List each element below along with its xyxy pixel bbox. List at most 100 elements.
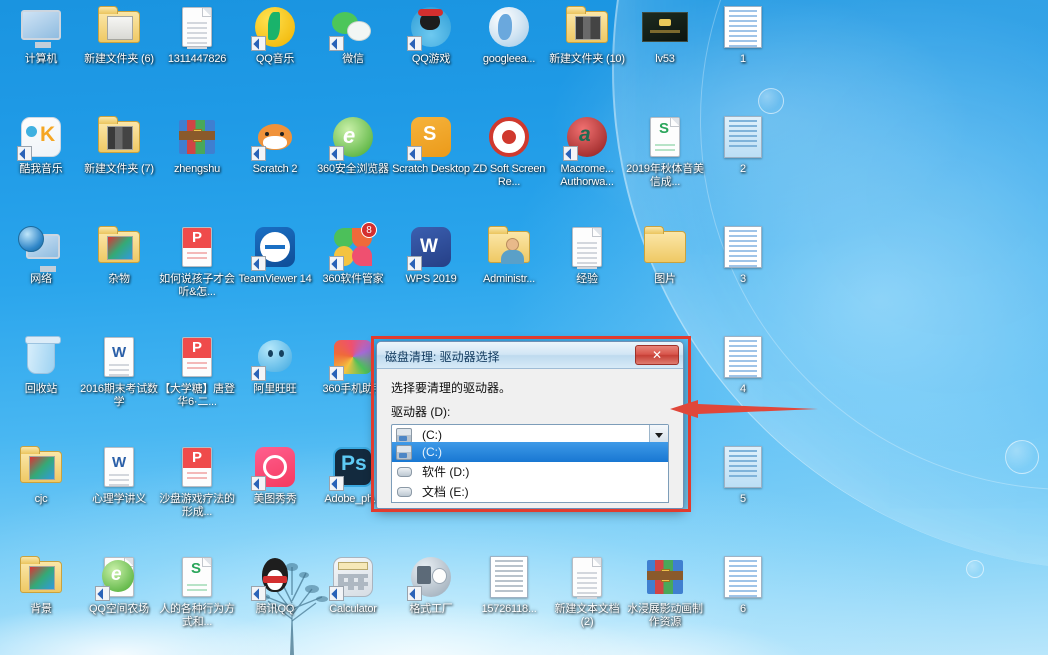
desktop-icon-label: 2 (740, 163, 746, 175)
desktop-icon-art: e (95, 554, 142, 601)
desktop-icon-art (96, 114, 142, 160)
desktop-icon-art: P (174, 444, 220, 490)
desktop-icon[interactable]: 格式工厂 (392, 554, 470, 616)
360-software-manager-icon (334, 228, 354, 248)
desktop-icon-label: 阿里旺旺 (253, 383, 297, 395)
shortcut-arrow-icon (251, 366, 266, 381)
desktop-icon-art: 8 (329, 222, 377, 271)
spreadsheet-document-icon: S (182, 557, 212, 597)
shortcut-arrow-icon (251, 476, 266, 491)
desktop[interactable]: 计算机 新建文件夹 (6) 1311447826 QQ音乐 微信 QQ游戏 googleea… (0, 0, 1048, 655)
desktop-icon[interactable]: 腾讯QQ (236, 554, 314, 616)
desktop-icon[interactable]: 计算机 (2, 4, 80, 66)
desktop-icon[interactable]: Calculator (314, 554, 392, 616)
desktop-icon-art: S (642, 114, 688, 160)
desktop-icon[interactable]: 4 (704, 334, 782, 396)
desktop-icon[interactable]: W 2016期末考试数学 (80, 334, 158, 409)
desktop-icon[interactable]: 8 360软件管家 (314, 222, 392, 286)
desktop-icon[interactable]: 新建文件夹 (10) (548, 4, 626, 66)
recycle-bin-icon (25, 336, 61, 374)
desktop-icon[interactable]: 网络 (2, 224, 80, 286)
desktop-icon-art (407, 4, 454, 51)
shortcut-arrow-icon (329, 256, 344, 271)
desktop-icon[interactable]: 新建文件夹 (7) (80, 114, 158, 176)
desktop-icon-label: googleea... (482, 53, 536, 65)
desktop-icon[interactable]: 阿里旺旺 (236, 334, 314, 396)
desktop-icon-art (329, 554, 376, 601)
drive-option[interactable]: 文档 (E:) (392, 482, 668, 502)
desktop-icon[interactable]: S Scratch Desktop (392, 114, 470, 176)
desktop-icon-art: S (174, 554, 220, 600)
desktop-icon[interactable]: QQ音乐 (236, 4, 314, 66)
desktop-icon-grid[interactable]: 计算机 新建文件夹 (6) 1311447826 QQ音乐 微信 QQ游戏 googleea… (0, 0, 1048, 655)
desktop-icon-label: 图片 (654, 273, 676, 285)
drive-option[interactable]: 软件 (D:) (392, 462, 668, 482)
image-thumbnail (642, 12, 688, 42)
dialog-titlebar[interactable]: 磁盘清理: 驱动器选择 ✕ (377, 342, 683, 369)
desktop-icon-art: W (96, 444, 142, 490)
desktop-icon-label: 5 (740, 493, 746, 505)
desktop-icon-art (96, 4, 142, 50)
desktop-icon-label: 酷我音乐 (19, 163, 63, 175)
desktop-icon[interactable]: QQ游戏 (392, 4, 470, 66)
desktop-icon[interactable]: 美图秀秀 (236, 444, 314, 506)
desktop-icon[interactable]: 图片 (626, 224, 704, 286)
desktop-icon[interactable]: K 酷我音乐 (2, 114, 80, 176)
drive-select-dropdown-list[interactable]: (C:) 软件 (D:) 文档 (E:) (391, 442, 669, 503)
desktop-icon[interactable]: lv53 (626, 4, 704, 66)
desktop-icon-label: cjc (34, 493, 48, 505)
desktop-icon[interactable]: 微信 (314, 4, 392, 66)
desktop-icon-art (96, 224, 142, 270)
desktop-icon[interactable]: S 2019年秋体音美信成... (626, 114, 704, 189)
desktop-icon[interactable]: TeamViewer 14 (236, 224, 314, 286)
desktop-icon[interactable]: S 人的各种行为方式和... (158, 554, 236, 629)
system-drive-icon (396, 445, 412, 460)
desktop-icon[interactable]: 15726118... (470, 554, 548, 616)
desktop-icon-art (720, 114, 766, 160)
desktop-icon-label: 2016期末考试数学 (80, 383, 158, 408)
desktop-icon[interactable]: e 360安全浏览器 (314, 114, 392, 176)
desktop-icon-label: Scratch 2 (252, 163, 298, 175)
desktop-icon-label: 360软件管家 (322, 273, 384, 285)
desktop-icon[interactable]: a Macrome... Authorwa... (548, 114, 626, 189)
desktop-icon[interactable]: 背景 (2, 554, 80, 616)
desktop-icon[interactable]: P 沙盘游戏疗法的形成... (158, 444, 236, 519)
desktop-icon[interactable]: zhengshu (158, 114, 236, 176)
desktop-icon-label: lv53 (655, 53, 675, 65)
drive-option[interactable]: (C:) (392, 442, 668, 462)
desktop-icon-label: 水浸展影动画制作资源 (627, 603, 703, 628)
desktop-icon[interactable]: 新建文件夹 (6) (80, 4, 158, 66)
desktop-icon[interactable]: 水浸展影动画制作资源 (626, 554, 704, 629)
folder-icon (98, 6, 140, 43)
desktop-icon[interactable]: e QQ空间农场 (80, 554, 158, 616)
desktop-icon[interactable]: 杂物 (80, 224, 158, 286)
desktop-icon-art (18, 4, 64, 50)
desktop-icon[interactable]: Administr... (470, 224, 548, 286)
desktop-icon-art (407, 554, 454, 601)
desktop-icon[interactable]: 5 (704, 444, 782, 506)
desktop-icon[interactable]: 6 (704, 554, 782, 616)
desktop-icon[interactable]: 1 (704, 4, 782, 66)
shortcut-arrow-icon (407, 586, 422, 601)
desktop-icon[interactable]: W WPS 2019 (392, 224, 470, 286)
desktop-icon[interactable]: 新建文本文档 (2) (548, 554, 626, 629)
desktop-icon[interactable]: P 如何说孩子才会听&怎... (158, 224, 236, 299)
desktop-icon[interactable]: 3 (704, 224, 782, 286)
desktop-icon[interactable]: 回收站 (2, 334, 80, 396)
desktop-icon[interactable]: Scratch 2 (236, 114, 314, 176)
desktop-icon-label: 计算机 (24, 53, 58, 65)
close-button[interactable]: ✕ (635, 345, 679, 365)
desktop-icon[interactable]: 2 (704, 114, 782, 176)
desktop-icon[interactable]: ZD Soft Screen Re... (470, 114, 548, 189)
desktop-icon[interactable]: googleea... (470, 4, 548, 66)
pdf-document-icon: P (182, 227, 212, 267)
disk-cleanup-dialog[interactable]: 磁盘清理: 驱动器选择 ✕ 选择要清理的驱动器。 驱动器 (D): (C:) (… (376, 341, 684, 509)
desktop-icon[interactable]: W 心理学讲义 (80, 444, 158, 506)
desktop-icon-label: 360安全浏览器 (317, 163, 389, 175)
desktop-icon[interactable]: 1311447826 (158, 4, 236, 66)
desktop-icon[interactable]: 经验 (548, 224, 626, 286)
folder-icon (98, 116, 140, 153)
desktop-icon[interactable]: cjc (2, 444, 80, 506)
shortcut-arrow-icon (251, 146, 266, 161)
desktop-icon[interactable]: P 【大学糖】唐登华6·二... (158, 334, 236, 409)
